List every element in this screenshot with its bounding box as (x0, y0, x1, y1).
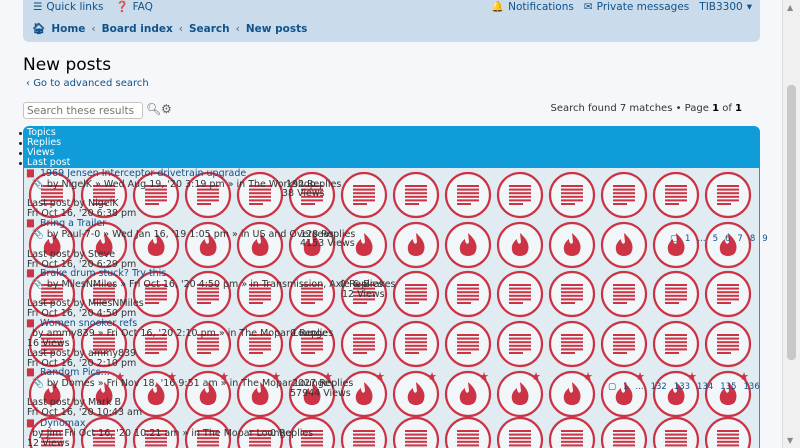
topic-icon: ▆ (27, 268, 34, 278)
topic-views: 12 Views (27, 438, 70, 448)
page-link[interactable]: 136 (744, 382, 760, 392)
scrollbar[interactable]: ▲ ▼ (782, 0, 800, 448)
scroll-down-arrow-icon[interactable]: ▼ (787, 436, 793, 445)
page-link[interactable]: 1 (623, 382, 628, 392)
topic-rows: ▆ 1969 Jensen Interceptor drivetrain upg… (0, 0, 782, 448)
pagination-icon: ▢ (670, 234, 679, 244)
page-ellipsis: ... (635, 382, 644, 392)
topic-views: 57944 Views (290, 388, 351, 399)
topic-icon: ▆ (27, 168, 34, 178)
attachment-icon: 📎 (32, 229, 44, 240)
topic-views: 12 Views (342, 289, 385, 300)
topic-icon: ▆ (27, 418, 34, 428)
page-link[interactable]: 135 (720, 382, 736, 392)
topic-meta: 📎 by Domes » Fri Nov 18, '16 9:51 am » i… (32, 378, 330, 389)
topic-title-link[interactable]: 1969 Jensen Interceptor drivetrain upgra… (40, 168, 246, 179)
topic-replies: 0 Replies (270, 428, 314, 439)
scroll-up-arrow-icon[interactable]: ▲ (787, 3, 793, 12)
page-link[interactable]: 9 (762, 234, 767, 244)
attachment-icon: 📎 (32, 179, 44, 190)
topic-title-link[interactable]: Brake drum stuck? Try this. (40, 268, 169, 279)
page-link[interactable]: 134 (697, 382, 713, 392)
last-post-time: Fri Oct 16, '20 10:43 am (27, 407, 143, 418)
topic-views: 4153 Views (300, 238, 355, 249)
page-link[interactable]: 6 (725, 234, 730, 244)
page-link[interactable]: 5 (713, 234, 718, 244)
page-ellipsis: ... (697, 234, 706, 244)
page-link[interactable]: 132 (651, 382, 667, 392)
topic-replies: 0 Replies (290, 328, 334, 339)
topic-pagination: ▢ 1 ... 132 133 134 135 136 (608, 382, 760, 392)
topic-pagination: ▢ 1 ... 5 6 7 8 9 (670, 234, 768, 244)
topic-icon: ▆ (27, 367, 34, 377)
topic-meta: by Jim Fri Oct 16, '20 10:21 am » in The… (32, 428, 292, 439)
topic-meta: by ammy839 » Fri Oct 16, '20 2:10 pm » i… (32, 328, 328, 339)
page: ☰ Quick links ❓ FAQ 🔔 Notifications ✉ Privat… (0, 0, 782, 448)
topic-meta: 📎 by Paul-7-0 » Wed Jan 16, '19 1:05 pm … (32, 229, 334, 240)
topic-title-link[interactable]: Random Pics... (40, 367, 110, 378)
page-link[interactable]: 7 (737, 234, 742, 244)
attachment-icon: 📎 (32, 279, 44, 290)
topic-title-link[interactable]: Bring a Trailer (40, 218, 106, 229)
page-link[interactable]: 1 (685, 234, 690, 244)
topic-icon: ▆ (27, 218, 34, 228)
scrollbar-thumb[interactable] (787, 85, 796, 360)
page-link[interactable]: 8 (750, 234, 755, 244)
topic-meta: 📎 by NigelK » Wed Aug 19, '20 3:19 pm » … (32, 179, 316, 190)
topic-icon: ▆ (27, 318, 34, 328)
page-link[interactable]: 133 (674, 382, 690, 392)
topic-views: 38 Views (282, 188, 325, 199)
attachment-icon: 📎 (32, 378, 44, 389)
pagination-icon: ▢ (608, 382, 617, 392)
